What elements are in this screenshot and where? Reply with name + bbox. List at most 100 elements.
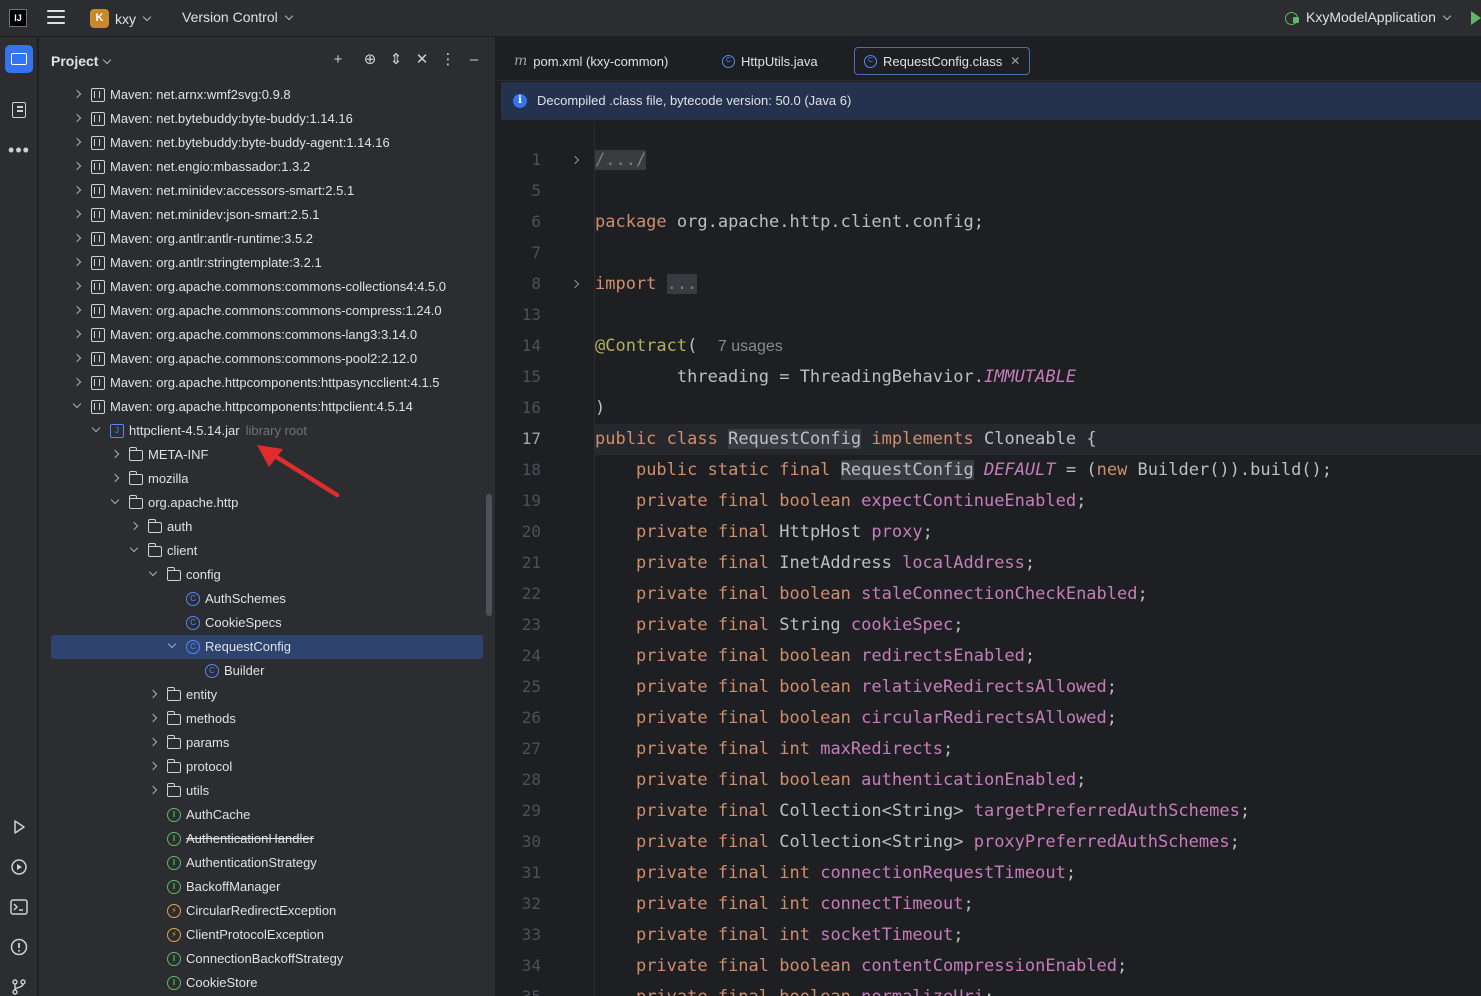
tree-node[interactable]: Maven: net.bytebuddy:byte-buddy-agent:1.… xyxy=(39,131,495,155)
chevron-right-icon[interactable] xyxy=(72,137,82,147)
tree-node[interactable]: Maven: org.apache.commons:commons-compre… xyxy=(39,299,495,323)
project-view-selector[interactable]: Project xyxy=(51,53,112,69)
chevron-right-icon[interactable] xyxy=(148,737,158,747)
chevron-right-icon[interactable] xyxy=(72,329,82,339)
expand-all-icon[interactable]: ⇕ xyxy=(387,51,405,69)
locate-icon[interactable]: ⊕ xyxy=(361,51,379,69)
version-control-menu[interactable]: Version Control xyxy=(182,9,293,25)
code-line[interactable]: private final boolean authenticationEnab… xyxy=(595,765,1086,796)
code-line[interactable]: private final String cookieSpec; xyxy=(595,610,964,641)
chevron-right-icon[interactable] xyxy=(72,353,82,363)
tree-node[interactable]: I CookieStore xyxy=(39,971,495,995)
tree-node[interactable]: entity xyxy=(39,683,495,707)
tab-httputils-java[interactable]: C HttpUtils.java xyxy=(713,47,827,75)
tab-pom-xml[interactable]: m pom.xml (kxy-common) xyxy=(505,47,677,75)
fold-chevron-icon[interactable] xyxy=(570,279,580,288)
chevron-right-icon[interactable] xyxy=(72,305,82,315)
chevron-right-icon[interactable] xyxy=(72,233,82,243)
services-tool-button[interactable] xyxy=(5,853,33,881)
tree-node[interactable]: Maven: org.apache.commons:commons-pool2:… xyxy=(39,347,495,371)
chevron-down-icon[interactable] xyxy=(110,495,120,505)
code-line[interactable]: private final boolean contentCompression… xyxy=(595,951,1127,982)
code-line[interactable]: private final boolean normalizeUri; xyxy=(595,982,994,996)
problems-tool-button[interactable] xyxy=(5,933,33,961)
code-line[interactable]: private final Collection<String> proxyPr… xyxy=(595,827,1240,858)
chevron-down-icon[interactable] xyxy=(72,399,82,409)
code-line[interactable]: @Contract( 7 usages xyxy=(595,331,783,362)
chevron-down-icon[interactable] xyxy=(91,423,101,433)
run-configuration-selector[interactable]: KxyModelApplication xyxy=(1284,9,1452,25)
code-line[interactable]: private final boolean circularRedirectsA… xyxy=(595,703,1117,734)
tree-scrollbar[interactable] xyxy=(486,494,492,616)
tree-node[interactable]: Maven: net.minidev:accessors-smart:2.5.1 xyxy=(39,179,495,203)
tree-node[interactable]: Jhttpclient-4.5.14.jar library root xyxy=(39,419,495,443)
intellij-logo-icon[interactable]: IJ xyxy=(9,9,27,27)
tree-node[interactable]: methods xyxy=(39,707,495,731)
main-menu-icon[interactable] xyxy=(47,10,65,26)
terminal-tool-button[interactable] xyxy=(5,893,33,921)
code-line[interactable]: /.../ xyxy=(595,145,647,176)
collapse-all-icon[interactable]: ✕ xyxy=(413,51,431,69)
options-icon[interactable]: ⋮ xyxy=(439,51,457,69)
tree-node[interactable]: ⚡ CircularRedirectException xyxy=(39,899,495,923)
code-line[interactable]: private final boolean relativeRedirectsA… xyxy=(595,672,1117,703)
code-line[interactable]: private final int socketTimeout; xyxy=(595,920,964,951)
code-line[interactable]: private final HttpHost proxy; xyxy=(595,517,933,548)
tree-node[interactable]: C RequestConfig xyxy=(51,635,483,659)
chevron-right-icon[interactable] xyxy=(72,281,82,291)
run-icon[interactable] xyxy=(1471,11,1481,25)
git-tool-button[interactable] xyxy=(5,973,33,996)
tree-node[interactable]: I ConnectionBackoffStrategy xyxy=(39,947,495,971)
tree-node[interactable]: Maven: org.apache.httpcomponents:httpasy… xyxy=(39,371,495,395)
tab-requestconfig-class[interactable]: C RequestConfig.class ✕ xyxy=(854,47,1031,75)
code-line[interactable]: package org.apache.http.client.config; xyxy=(595,207,984,238)
tree-node[interactable]: C Builder xyxy=(39,659,495,683)
hide-icon[interactable]: – xyxy=(465,51,483,69)
tree-node[interactable]: Maven: org.apache.commons:commons-lang3:… xyxy=(39,323,495,347)
code-line[interactable]: private final boolean redirectsEnabled; xyxy=(595,641,1035,672)
code-line[interactable]: private final int maxRedirects; xyxy=(595,734,953,765)
chevron-down-icon[interactable] xyxy=(148,567,158,577)
chevron-right-icon[interactable] xyxy=(72,257,82,267)
code-line[interactable]: private final boolean expectContinueEnab… xyxy=(595,486,1086,517)
tree-node[interactable]: Maven: org.apache.httpcomponents:httpcli… xyxy=(39,395,495,419)
more-tools-button[interactable]: ••• xyxy=(5,136,33,164)
tree-node[interactable]: I BackoffManager xyxy=(39,875,495,899)
tree-node[interactable]: I AuthenticationHandler xyxy=(39,827,495,851)
code-line[interactable]: ) xyxy=(595,393,605,424)
tree-node[interactable]: C AuthSchemes xyxy=(39,587,495,611)
structure-tool-button[interactable] xyxy=(5,96,33,124)
close-icon[interactable]: ✕ xyxy=(1010,54,1020,68)
code-line[interactable]: private final int connectionRequestTimeo… xyxy=(595,858,1076,889)
code-line[interactable]: private final int connectTimeout; xyxy=(595,889,974,920)
tree-node[interactable]: protocol xyxy=(39,755,495,779)
code-line[interactable]: private final boolean staleConnectionChe… xyxy=(595,579,1148,610)
run-tool-button[interactable] xyxy=(5,813,33,841)
code-line[interactable]: threading = ThreadingBehavior.IMMUTABLE xyxy=(595,362,1076,393)
tree-node[interactable]: client xyxy=(39,539,495,563)
project-tool-button[interactable] xyxy=(5,45,33,73)
chevron-right-icon[interactable] xyxy=(72,113,82,123)
code-editor[interactable]: /.../ package org.apache.http.client.conf… xyxy=(595,122,1481,996)
chevron-right-icon[interactable] xyxy=(72,161,82,171)
chevron-right-icon[interactable] xyxy=(110,449,120,459)
tree-node[interactable]: C CookieSpecs xyxy=(39,611,495,635)
tree-node[interactable]: utils xyxy=(39,779,495,803)
tree-node[interactable]: Maven: net.arnx:wmf2svg:0.9.8 xyxy=(39,83,495,107)
tree-node[interactable]: Maven: net.bytebuddy:byte-buddy:1.14.16 xyxy=(39,107,495,131)
chevron-right-icon[interactable] xyxy=(148,689,158,699)
line-number-gutter[interactable]: 1 5 6 7 8 13 14 15 16 17 18 19 20 21 22 23 24 25 26 27 28 29 3… xyxy=(501,122,595,996)
tree-node[interactable]: Maven: org.antlr:antlr-runtime:3.5.2 xyxy=(39,227,495,251)
project-switcher[interactable]: K kxy xyxy=(90,8,152,29)
tree-node[interactable]: I AuthCache xyxy=(39,803,495,827)
tree-node[interactable]: ⚡ ClientProtocolException xyxy=(39,923,495,947)
tree-node[interactable]: config xyxy=(39,563,495,587)
fold-chevron-icon[interactable] xyxy=(570,155,580,164)
code-line[interactable]: public static final RequestConfig DEFAUL… xyxy=(595,455,1332,486)
code-line[interactable]: public class RequestConfig implements Cl… xyxy=(595,424,1097,455)
tree-node[interactable]: Maven: net.minidev:json-smart:2.5.1 xyxy=(39,203,495,227)
chevron-right-icon[interactable] xyxy=(72,185,82,195)
chevron-down-icon[interactable] xyxy=(167,639,177,649)
chevron-right-icon[interactable] xyxy=(148,713,158,723)
tree-node[interactable]: Maven: org.antlr:stringtemplate:3.2.1 xyxy=(39,251,495,275)
